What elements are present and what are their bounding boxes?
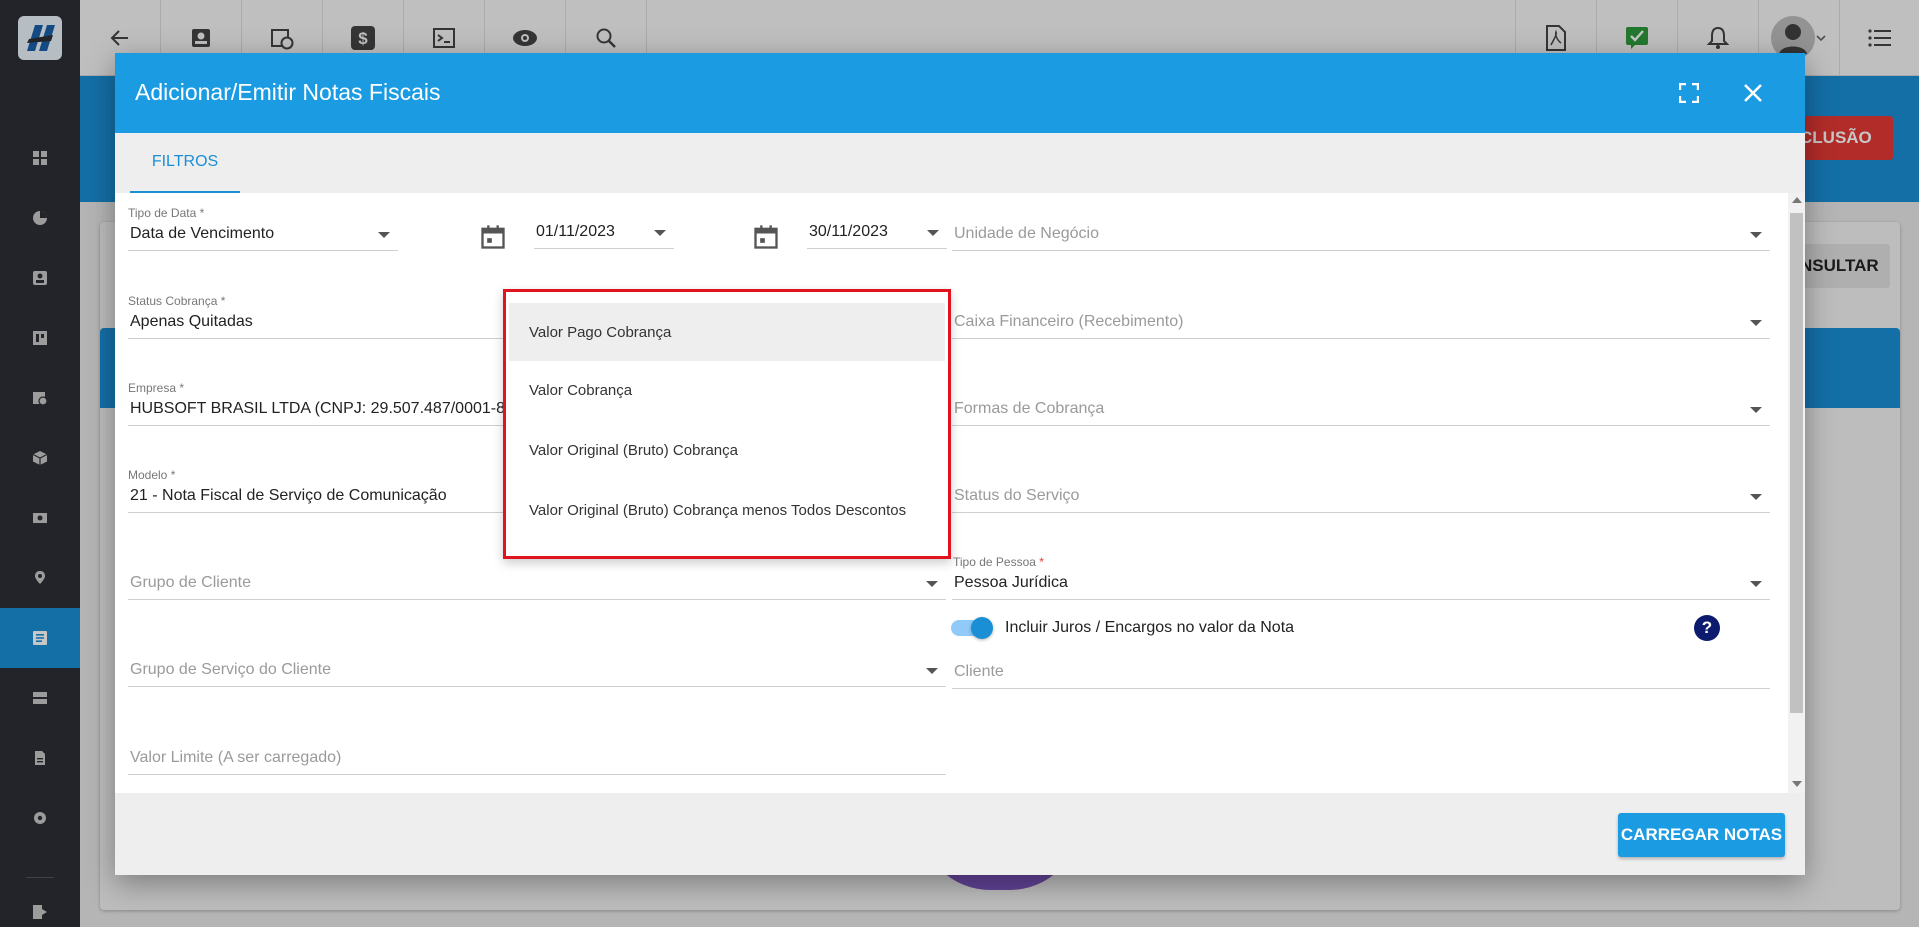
cliente-input[interactable]: Cliente	[952, 659, 1770, 689]
empresa-value: HUBSOFT BRASIL LTDA (CNPJ: 29.507.487/00…	[130, 400, 520, 417]
date-end-value: 30/11/2023	[809, 223, 888, 240]
tipo-data-select[interactable]: Data de Vencimento	[128, 221, 398, 251]
modelo-label: Modelo *	[128, 468, 176, 482]
grupo-cliente-placeholder: Grupo de Cliente	[130, 574, 251, 591]
caixa-financeiro-select[interactable]: Caixa Financeiro (Recebimento)	[952, 309, 1770, 339]
empresa-label: Empresa *	[128, 381, 185, 395]
chevron-down-icon	[1750, 407, 1762, 413]
calendar-icon[interactable]	[479, 223, 507, 251]
chevron-down-icon	[1750, 581, 1762, 587]
modal-header: Adicionar/Emitir Notas Fiscais	[115, 53, 1805, 133]
unidade-negocio-select[interactable]: Unidade de Negócio	[952, 221, 1770, 251]
caixa-financeiro-placeholder: Caixa Financeiro (Recebimento)	[954, 313, 1184, 330]
tipo-pessoa-select[interactable]: Pessoa Jurídica	[952, 570, 1770, 600]
cliente-placeholder: Cliente	[954, 663, 1004, 680]
empresa-select[interactable]: HUBSOFT BRASIL LTDA (CNPJ: 29.507.487/00…	[128, 396, 528, 426]
chevron-down-icon	[926, 668, 938, 674]
date-end-input[interactable]: 30/11/2023	[807, 219, 947, 249]
status-cobranca-value: Apenas Quitadas	[130, 313, 253, 330]
scrollbar-thumb[interactable]	[1790, 213, 1803, 713]
scroll-up-arrow-icon[interactable]	[1792, 197, 1802, 203]
help-button[interactable]: ?	[1694, 615, 1720, 641]
chevron-down-icon	[927, 230, 939, 236]
chevron-down-icon	[378, 232, 390, 238]
unidade-negocio-placeholder: Unidade de Negócio	[954, 225, 1099, 242]
fullscreen-icon	[1679, 83, 1699, 103]
chevron-down-icon	[1750, 232, 1762, 238]
scroll-down-arrow-icon[interactable]	[1792, 781, 1802, 787]
invoice-modal: Adicionar/Emitir Notas Fiscais FILTROS T…	[115, 53, 1805, 875]
filters-form: Tipo de Data * Data de Vencimento 01/11/…	[115, 193, 1788, 793]
dropdown-option[interactable]: Valor Cobrança	[509, 361, 945, 419]
dropdown-option[interactable]: Valor Pago Cobrança	[509, 303, 945, 361]
valor-limite-input[interactable]: Valor Limite (A ser carregado)	[128, 745, 946, 775]
carregar-notas-button[interactable]: CARREGAR NOTAS	[1618, 813, 1785, 857]
chevron-down-icon	[654, 230, 666, 236]
grupo-cliente-select[interactable]: Grupo de Cliente	[128, 570, 946, 600]
form-scrollbar[interactable]	[1788, 193, 1805, 793]
dropdown-option[interactable]: Valor Original (Bruto) Cobrança	[509, 421, 945, 479]
status-cobranca-label: Status Cobrança *	[128, 294, 226, 308]
calendar-icon[interactable]	[752, 223, 780, 251]
tipo-pessoa-label: Tipo de Pessoa *	[953, 555, 1044, 569]
modal-tabs: FILTROS	[115, 133, 1805, 193]
dropdown-option[interactable]: Valor Original (Bruto) Cobrança menos To…	[509, 481, 945, 539]
formas-cobranca-placeholder: Formas de Cobrança	[954, 400, 1105, 417]
juros-toggle-knob[interactable]	[971, 617, 993, 639]
modelo-select[interactable]: 21 - Nota Fiscal de Serviço de Comunicaç…	[128, 483, 528, 513]
grupo-servico-select[interactable]: Grupo de Serviço do Cliente	[128, 657, 946, 687]
formas-cobranca-select[interactable]: Formas de Cobrança	[952, 396, 1770, 426]
status-servico-placeholder: Status do Serviço	[954, 487, 1080, 504]
close-icon	[1744, 84, 1762, 102]
modal-footer: CARREGAR NOTAS	[115, 793, 1805, 875]
modelo-value: 21 - Nota Fiscal de Serviço de Comunicaç…	[130, 487, 447, 504]
tab-filtros[interactable]: FILTROS	[130, 133, 240, 193]
date-start-value: 01/11/2023	[536, 223, 615, 240]
chevron-down-icon	[1750, 494, 1762, 500]
valor-limite-placeholder: Valor Limite (A ser carregado)	[130, 749, 342, 766]
chevron-down-icon	[1750, 320, 1762, 326]
grupo-servico-placeholder: Grupo de Serviço do Cliente	[130, 661, 331, 678]
close-button[interactable]	[1735, 75, 1771, 111]
status-cobranca-select[interactable]: Apenas Quitadas	[128, 309, 528, 339]
modal-title: Adicionar/Emitir Notas Fiscais	[135, 79, 441, 105]
status-servico-select[interactable]: Status do Serviço	[952, 483, 1770, 513]
date-start-input[interactable]: 01/11/2023	[534, 219, 674, 249]
chevron-down-icon	[926, 581, 938, 587]
tipo-data-value: Data de Vencimento	[130, 225, 275, 242]
juros-toggle-label: Incluir Juros / Encargos no valor da Not…	[1005, 619, 1295, 636]
valor-options-dropdown: Valor Pago Cobrança Valor Cobrança Valor…	[503, 289, 951, 559]
tipo-data-label: Tipo de Data *	[128, 206, 205, 220]
tipo-pessoa-value: Pessoa Jurídica	[954, 574, 1068, 591]
fullscreen-button[interactable]	[1671, 75, 1707, 111]
